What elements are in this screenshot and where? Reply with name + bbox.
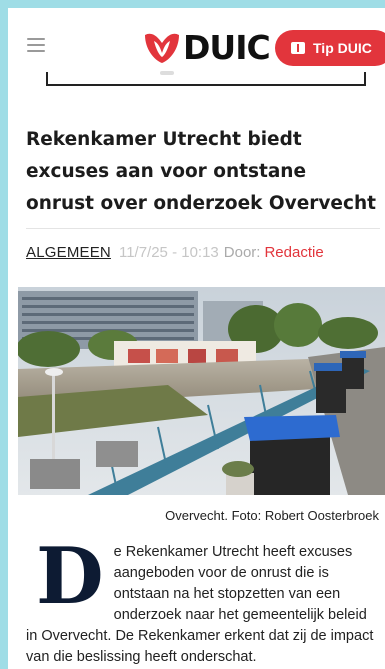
- duic-logo[interactable]: DUIC: [142, 27, 271, 67]
- header-bracket-divider: [46, 72, 366, 86]
- article-body: D e Rekenkamer Utrecht heeft excuses aan…: [26, 531, 382, 668]
- duic-logo-icon: [145, 33, 179, 63]
- article-meta: ALGEMEEN 11/7/25 - 10:13 Door: Redactie: [26, 242, 324, 262]
- tip-flag-icon: [291, 42, 305, 54]
- tip-duic-button[interactable]: Tip DUIC: [275, 30, 385, 66]
- title-divider: [26, 228, 380, 229]
- tip-button-label: Tip DUIC: [313, 40, 372, 56]
- overvecht-photo-illustration: [18, 287, 385, 495]
- drop-cap: D: [36, 531, 104, 622]
- site-header: DUIC Tip DUIC: [8, 8, 385, 74]
- logo-text: DUIC: [183, 27, 271, 67]
- page: DUIC Tip DUIC Rekenkamer Utrecht biedt e…: [8, 8, 385, 669]
- author-label: Door:: [223, 243, 261, 261]
- photo-caption: Overvecht. Foto: Robert Oosterbroek: [165, 508, 379, 523]
- publish-date: 11/7/25 - 10:13: [118, 243, 219, 261]
- article-title: Rekenkamer Utrecht biedt excuses aan voo…: [26, 129, 376, 214]
- menu-icon[interactable]: [27, 38, 45, 52]
- category-link[interactable]: ALGEMEEN: [26, 244, 111, 261]
- article-photo: [18, 287, 385, 495]
- bracket-handle: [160, 71, 174, 75]
- author-link[interactable]: Redactie: [264, 244, 323, 261]
